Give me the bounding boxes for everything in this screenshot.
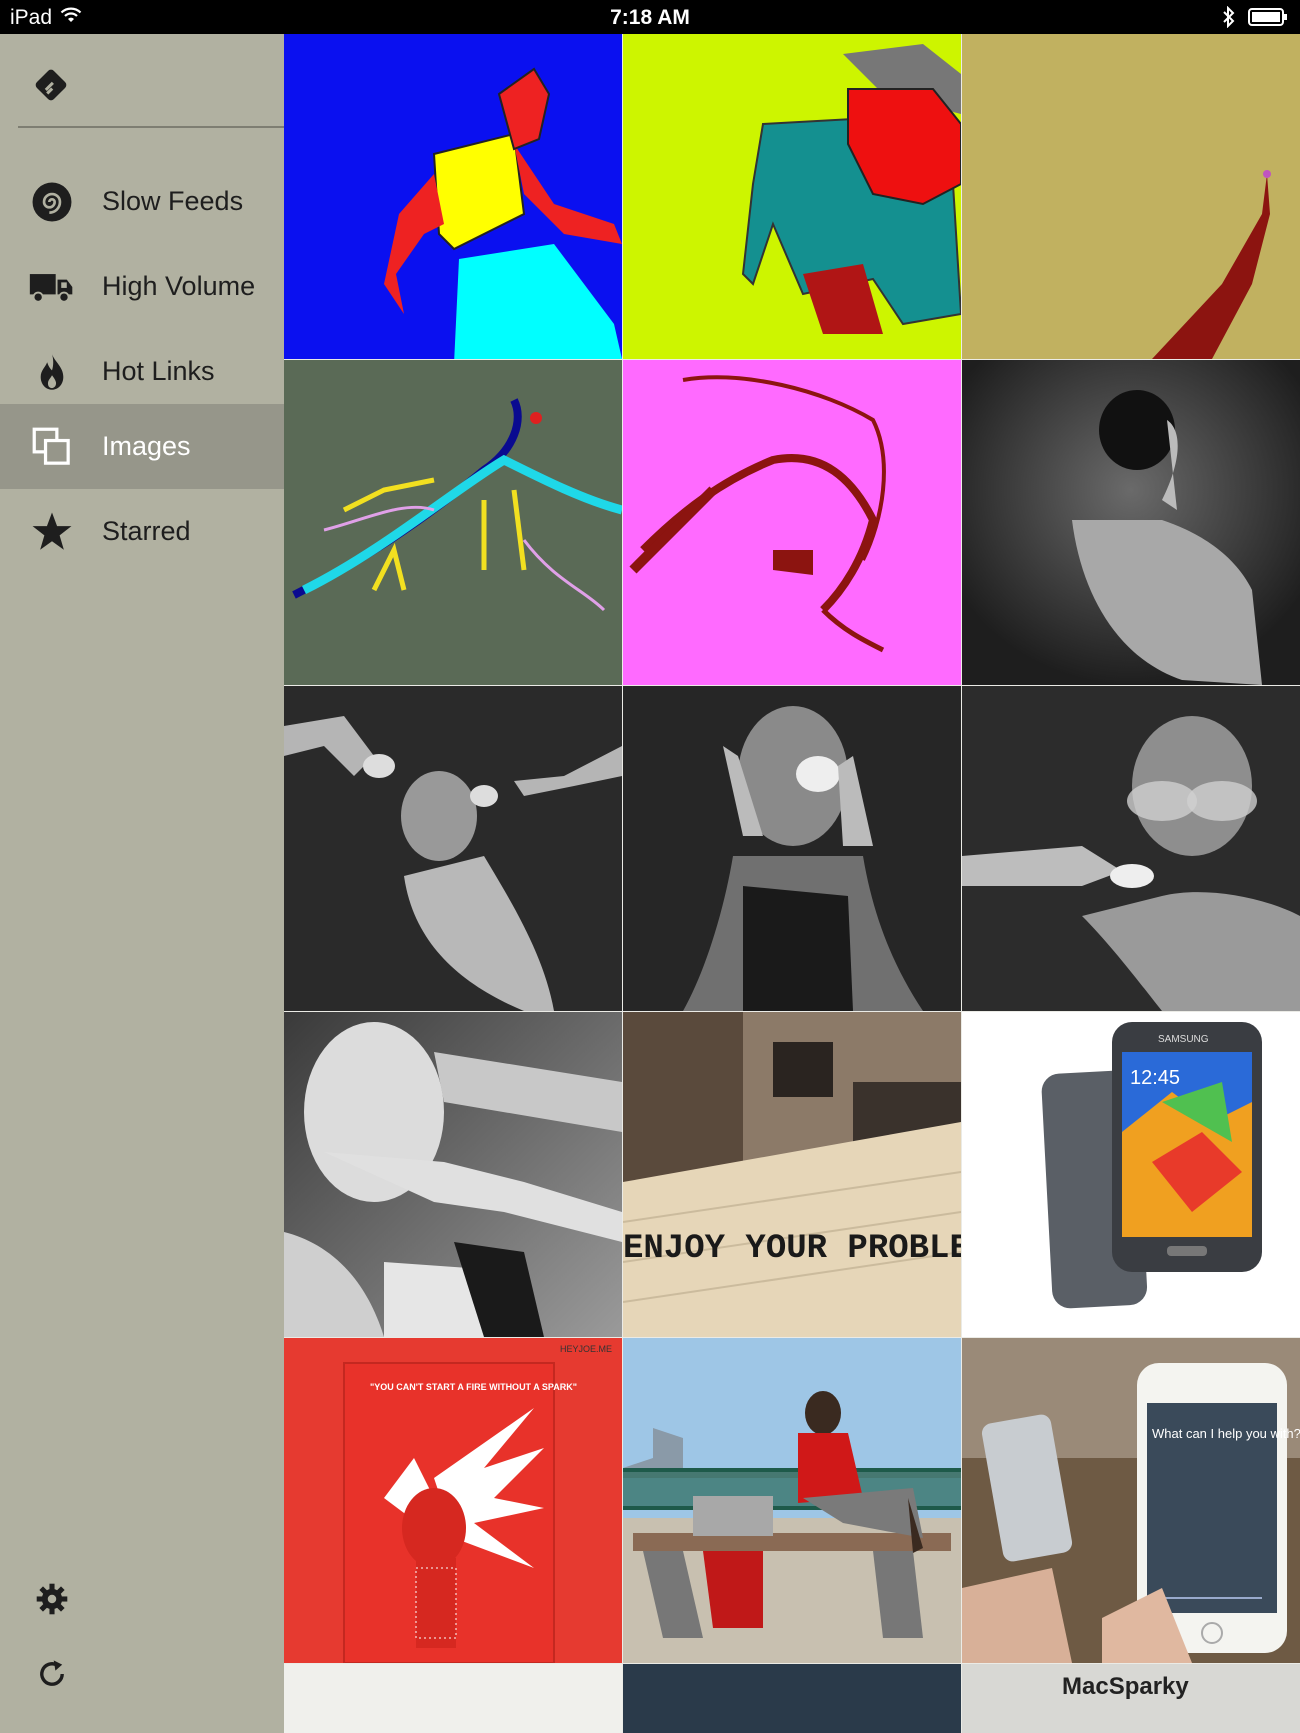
spiral-icon (26, 176, 78, 228)
battery-icon (1248, 7, 1288, 33)
poster-brand: HEYJOE.ME (560, 1344, 612, 1354)
image-tile-wall-graffiti[interactable]: ENJOY YOUR PROBLE (623, 1012, 961, 1337)
image-tile-magenta-sketch[interactable] (623, 360, 961, 685)
gear-icon[interactable] (32, 1579, 72, 1619)
image-tile-peek-1[interactable] (284, 1664, 622, 1733)
image-tile-bw-portrait-2[interactable] (284, 686, 622, 1011)
image-tile-peek-2[interactable] (623, 1664, 961, 1733)
clock: 7:18 AM (610, 6, 690, 29)
sidebar-item-high-volume[interactable]: High Volume (0, 244, 284, 329)
image-tile-woman-bench[interactable] (623, 1338, 961, 1663)
image-tile-bw-portrait-3[interactable] (623, 686, 961, 1011)
image-tile-samsung-phone[interactable]: 12:45 SAMSUNG (962, 1012, 1300, 1337)
feedly-logo-icon[interactable] (30, 64, 72, 106)
sidebar-item-label: High Volume (102, 271, 256, 301)
graffiti-text: ENJOY YOUR PROBLE (623, 1230, 961, 1268)
image-tile-green-sketch[interactable] (284, 360, 622, 685)
image-tile-bw-portrait-5[interactable] (284, 1012, 622, 1337)
phone-time: 12:45 (1130, 1067, 1180, 1089)
sidebar-item-hot-links[interactable]: Hot Links (0, 329, 284, 414)
image-tile-red-poster[interactable]: HEYJOE.ME "YOU CAN'T START A FIRE WITHOU… (284, 1338, 622, 1663)
image-grid: ENJOY YOUR PROBLE 12:45 SAMSUNG HEYJOE.M… (284, 34, 1300, 1733)
sidebar: Slow Feeds High Volume Hot Links Images … (0, 34, 284, 1733)
image-tile-bw-portrait-4[interactable] (962, 686, 1300, 1011)
truck-icon (26, 261, 78, 313)
flame-icon (26, 346, 78, 398)
poster-quote: "YOU CAN'T START A FIRE WITHOUT A SPARK" (370, 1382, 577, 1392)
sidebar-item-label: Starred (102, 516, 191, 546)
sidebar-item-label: Images (102, 431, 191, 461)
images-icon (26, 421, 78, 473)
macsparky-text: MacSparky (1062, 1673, 1189, 1700)
siri-prompt: What can I help you with? (1152, 1426, 1300, 1441)
bluetooth-icon (1222, 5, 1236, 34)
sidebar-divider (18, 126, 284, 128)
sidebar-item-slow-feeds[interactable]: Slow Feeds (0, 159, 284, 244)
image-tile-lime-boy[interactable] (623, 34, 961, 359)
sidebar-item-label: Slow Feeds (102, 186, 244, 216)
star-icon (26, 506, 78, 558)
image-tile-peek-3[interactable]: MacSparky (962, 1664, 1300, 1733)
sidebar-item-label: Hot Links (102, 356, 215, 386)
image-tile-iphone-siri[interactable]: What can I help you with? (962, 1338, 1300, 1663)
refresh-icon[interactable] (32, 1654, 72, 1694)
status-bar: iPad 7:18 AM (0, 0, 1300, 34)
sidebar-item-images[interactable]: Images (0, 404, 284, 489)
samsung-brand: SAMSUNG (1158, 1034, 1209, 1045)
sidebar-item-starred[interactable]: Starred (0, 489, 284, 574)
image-tile-blue-figure[interactable] (284, 34, 622, 359)
image-tile-bw-portrait-1[interactable] (962, 360, 1300, 685)
image-tile-tan-tower[interactable] (962, 34, 1300, 359)
